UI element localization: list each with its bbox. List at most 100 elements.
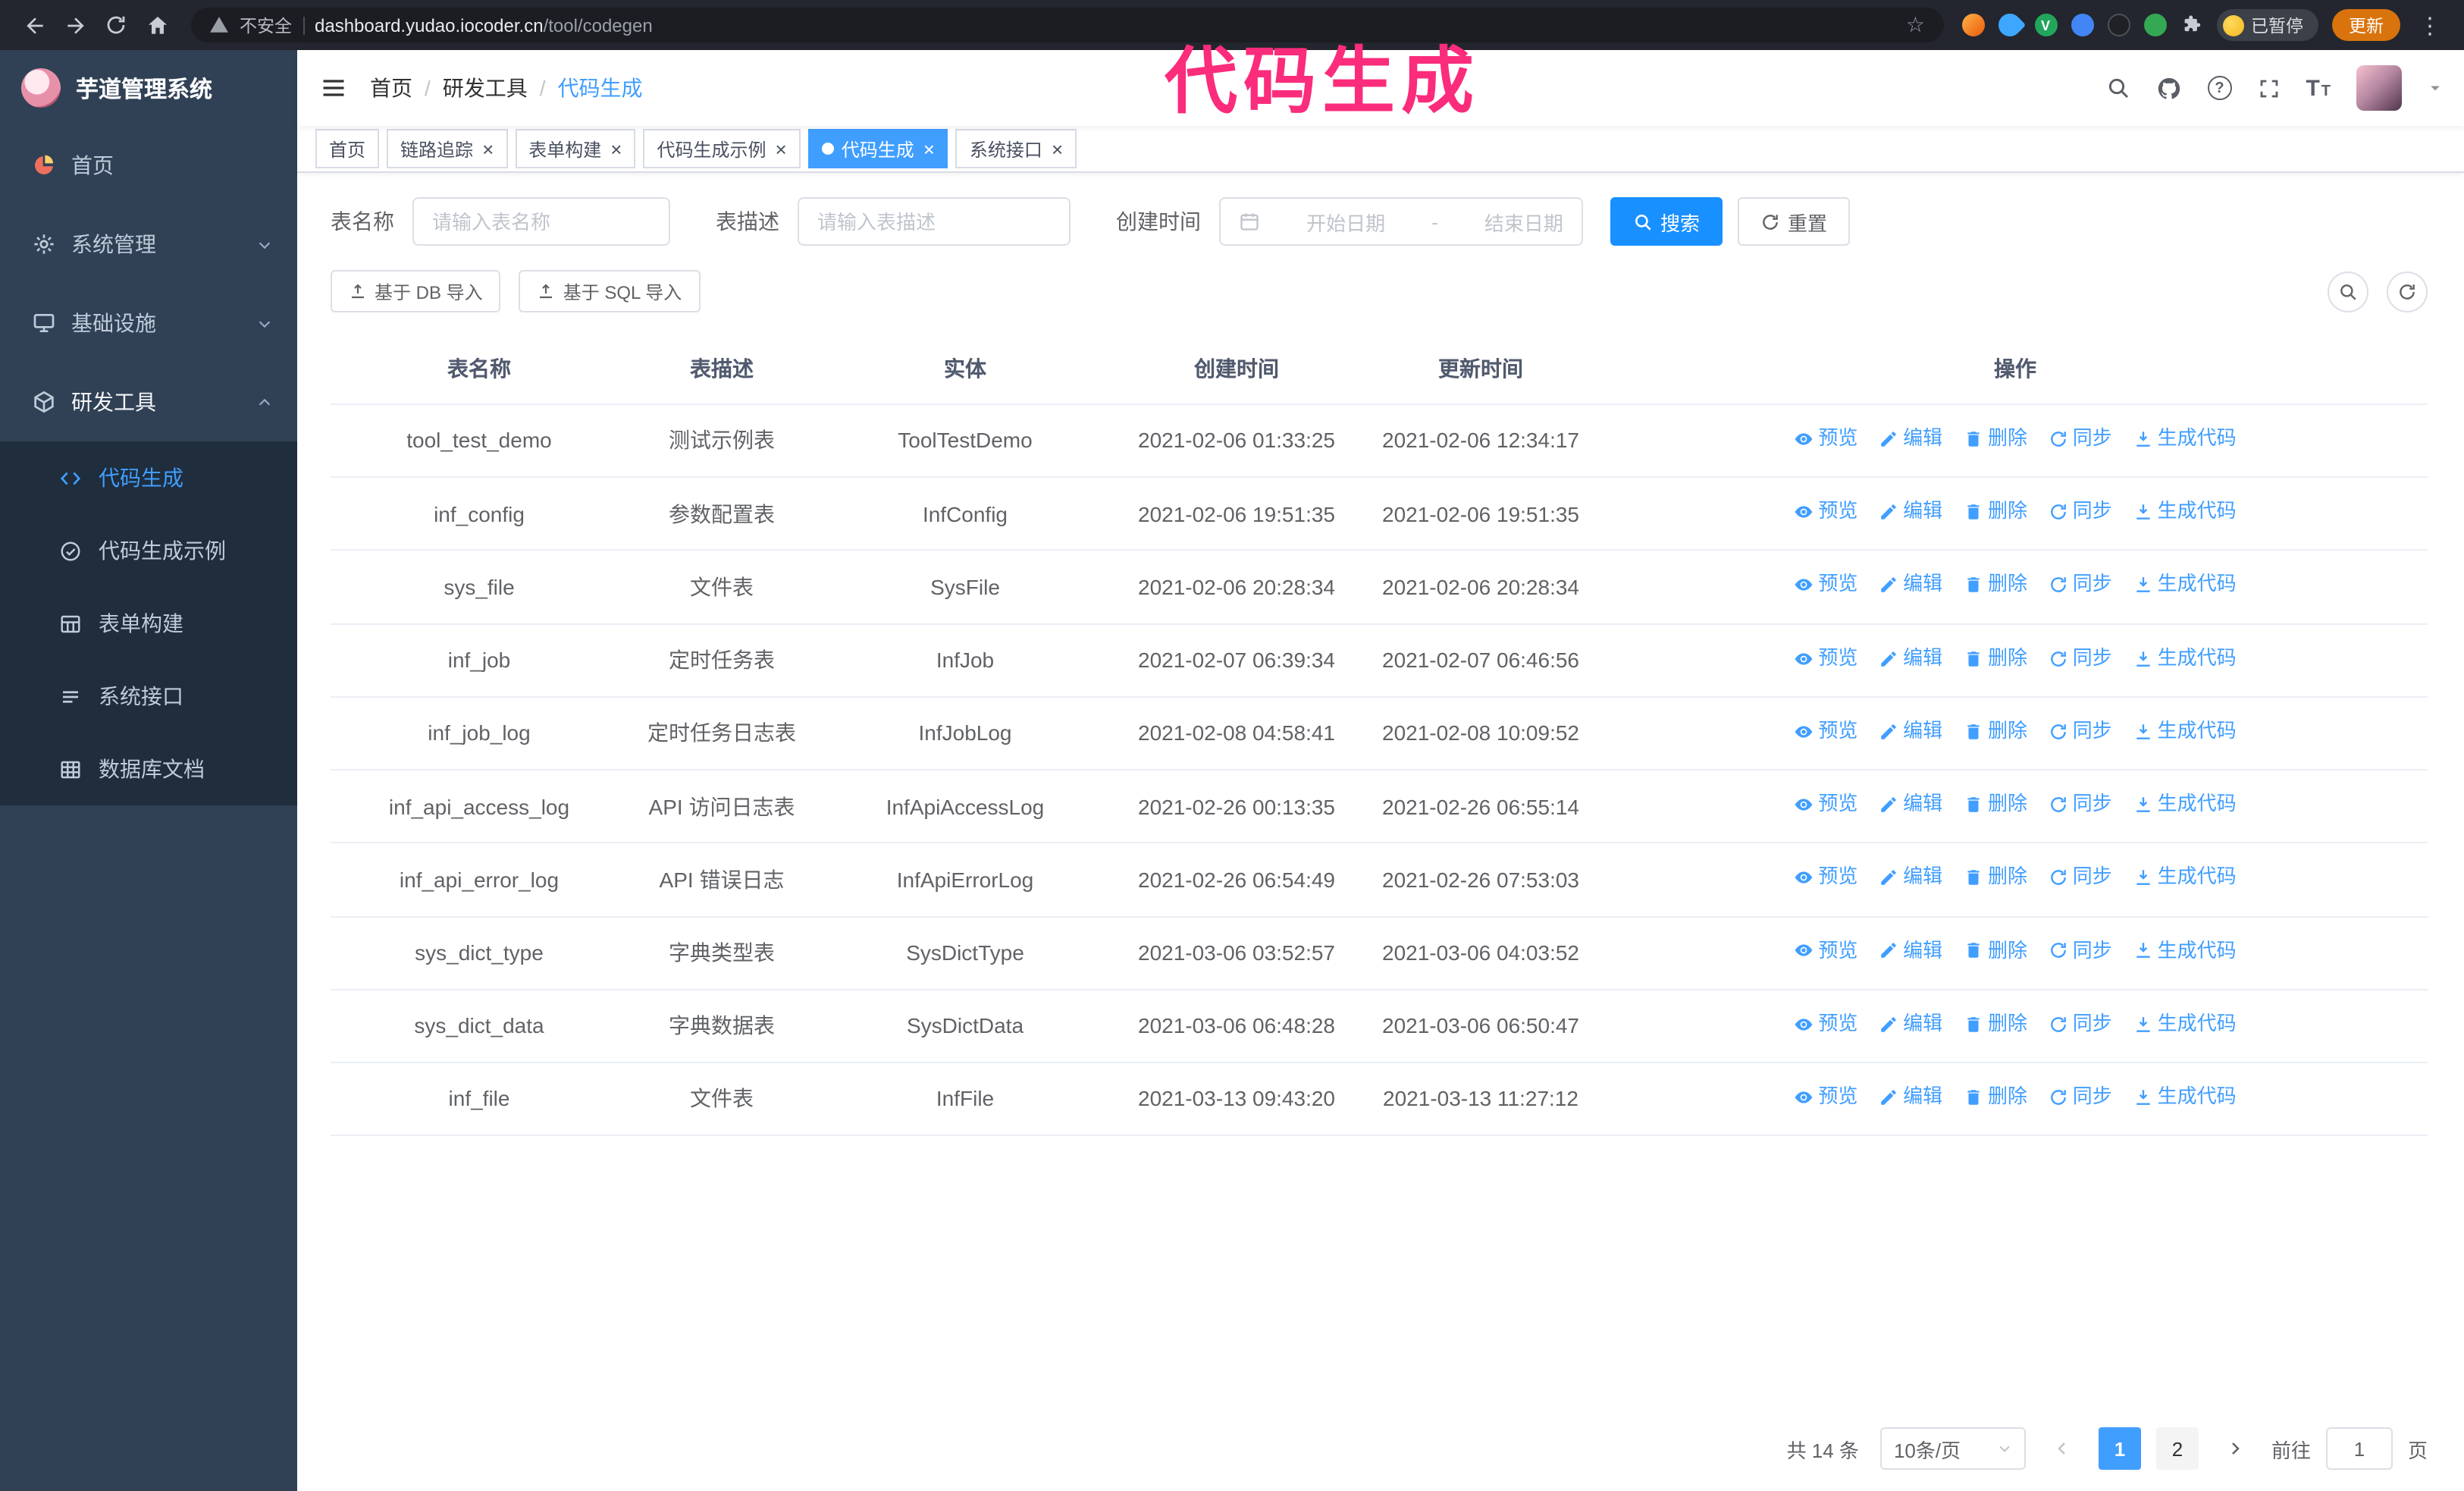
action-sync[interactable]: 同步 <box>2049 498 2112 526</box>
table-desc-input[interactable] <box>798 197 1071 246</box>
action-edit[interactable]: 编辑 <box>1879 1083 1942 1112</box>
extension-drop-icon[interactable] <box>1992 8 2026 42</box>
toggle-search-button[interactable] <box>2328 271 2368 312</box>
action-delete[interactable]: 删除 <box>1964 1083 2027 1112</box>
action-preview[interactable]: 预览 <box>1794 937 1857 965</box>
action-sync[interactable]: 同步 <box>2049 717 2112 746</box>
prev-page-button[interactable] <box>2041 1427 2083 1470</box>
action-generate-code[interactable]: 生成代码 <box>2133 1010 2237 1039</box>
goto-page-input[interactable] <box>2325 1427 2393 1470</box>
sidebar-item-home[interactable]: 首页 <box>0 126 297 205</box>
sidebar-item-codegen-example[interactable]: 代码生成示例 <box>0 514 297 587</box>
action-preview[interactable]: 预览 <box>1794 571 1857 600</box>
action-generate-code[interactable]: 生成代码 <box>2133 717 2237 746</box>
sidebar-item-system-api[interactable]: 系统接口 <box>0 660 297 733</box>
breadcrumb-dev-tools[interactable]: 研发工具 <box>443 73 528 103</box>
action-delete[interactable]: 删除 <box>1964 717 2027 746</box>
tag-system-api[interactable]: 系统接口 × <box>955 129 1077 168</box>
import-db-button[interactable]: 基于 DB 导入 <box>331 270 501 312</box>
action-edit[interactable]: 编辑 <box>1879 790 1942 819</box>
extensions-puzzle-icon[interactable] <box>2180 14 2202 36</box>
browser-back-icon[interactable] <box>15 6 53 44</box>
action-preview[interactable]: 预览 <box>1794 498 1857 526</box>
action-sync[interactable]: 同步 <box>2049 644 2112 673</box>
tag-home[interactable]: 首页 <box>315 129 380 168</box>
action-preview[interactable]: 预览 <box>1794 790 1857 819</box>
action-edit[interactable]: 编辑 <box>1879 864 1942 893</box>
profile-paused-badge[interactable]: 已暂停 <box>2216 9 2318 41</box>
close-icon[interactable]: × <box>923 139 935 159</box>
action-generate-code[interactable]: 生成代码 <box>2133 644 2237 673</box>
action-generate-code[interactable]: 生成代码 <box>2133 425 2237 454</box>
extension-fox-icon[interactable] <box>1961 14 1984 36</box>
app-logo[interactable]: 芋道管理系统 <box>0 50 297 126</box>
search-button[interactable]: 搜索 <box>1610 197 1723 246</box>
action-sync[interactable]: 同步 <box>2049 571 2112 600</box>
action-sync[interactable]: 同步 <box>2049 1083 2112 1112</box>
action-sync[interactable]: 同步 <box>2049 1010 2112 1039</box>
action-edit[interactable]: 编辑 <box>1879 1010 1942 1039</box>
table-name-input[interactable] <box>412 197 670 246</box>
action-preview[interactable]: 预览 <box>1794 644 1857 673</box>
action-generate-code[interactable]: 生成代码 <box>2133 790 2237 819</box>
tag-form-builder[interactable]: 表单构建 × <box>515 129 636 168</box>
browser-home-icon[interactable] <box>138 6 176 44</box>
action-preview[interactable]: 预览 <box>1794 1083 1857 1112</box>
browser-reload-icon[interactable] <box>97 6 135 44</box>
extension-v-icon[interactable]: V <box>2034 14 2057 36</box>
browser-forward-icon[interactable] <box>56 6 94 44</box>
sidebar-item-form-builder[interactable]: 表单构建 <box>0 587 297 660</box>
action-preview[interactable]: 预览 <box>1794 1010 1857 1039</box>
action-generate-code[interactable]: 生成代码 <box>2133 864 2237 893</box>
sidebar-item-infrastructure[interactable]: 基础设施 <box>0 284 297 363</box>
page-size-select[interactable]: 10条/页 <box>1879 1427 2026 1470</box>
action-sync[interactable]: 同步 <box>2049 937 2112 965</box>
action-edit[interactable]: 编辑 <box>1879 717 1942 746</box>
close-icon[interactable]: × <box>1052 139 1063 159</box>
import-sql-button[interactable]: 基于 SQL 导入 <box>519 270 701 312</box>
breadcrumb-home[interactable]: 首页 <box>370 73 412 103</box>
close-icon[interactable]: × <box>482 139 494 159</box>
tag-code-generation[interactable]: 代码生成 × <box>807 129 948 168</box>
action-delete[interactable]: 删除 <box>1964 864 2027 893</box>
reset-button[interactable]: 重置 <box>1738 197 1851 246</box>
action-delete[interactable]: 删除 <box>1964 1010 2027 1039</box>
extension-leaf-icon[interactable] <box>2143 14 2166 36</box>
action-sync[interactable]: 同步 <box>2049 790 2112 819</box>
help-icon[interactable]: ? <box>2207 76 2232 100</box>
browser-address-bar[interactable]: 不安全 dashboard.yudao.iocoder.cn/tool/code… <box>191 8 1943 42</box>
date-range-picker[interactable]: 开始日期 - 结束日期 <box>1219 197 1583 246</box>
action-edit[interactable]: 编辑 <box>1879 425 1942 454</box>
fullscreen-icon[interactable] <box>2257 77 2280 99</box>
action-delete[interactable]: 删除 <box>1964 790 2027 819</box>
action-generate-code[interactable]: 生成代码 <box>2133 937 2237 965</box>
extension-people-icon[interactable] <box>2071 14 2093 36</box>
font-size-icon[interactable]: TT <box>2306 75 2331 101</box>
action-generate-code[interactable]: 生成代码 <box>2133 498 2237 526</box>
next-page-button[interactable] <box>2214 1427 2256 1470</box>
refresh-table-button[interactable] <box>2387 271 2428 312</box>
action-delete[interactable]: 删除 <box>1964 571 2027 600</box>
action-generate-code[interactable]: 生成代码 <box>2133 571 2237 600</box>
action-sync[interactable]: 同步 <box>2049 425 2112 454</box>
action-delete[interactable]: 删除 <box>1964 425 2027 454</box>
bookmark-star-icon[interactable]: ☆ <box>1906 12 1925 38</box>
chrome-update-button[interactable]: 更新 <box>2332 9 2400 41</box>
avatar-caret-icon[interactable] <box>2428 80 2443 96</box>
sidebar-item-system-management[interactable]: 系统管理 <box>0 205 297 284</box>
hamburger-icon[interactable] <box>297 50 370 126</box>
action-preview[interactable]: 预览 <box>1794 864 1857 893</box>
action-edit[interactable]: 编辑 <box>1879 498 1942 526</box>
extension-dark-icon[interactable] <box>2107 14 2130 36</box>
action-sync[interactable]: 同步 <box>2049 864 2112 893</box>
close-icon[interactable]: × <box>776 139 787 159</box>
action-edit[interactable]: 编辑 <box>1879 937 1942 965</box>
sidebar-item-dev-tools[interactable]: 研发工具 <box>0 363 297 441</box>
page-button-2[interactable]: 2 <box>2155 1427 2199 1470</box>
github-icon[interactable] <box>2155 75 2181 101</box>
action-delete[interactable]: 删除 <box>1964 937 2027 965</box>
tag-codegen-example[interactable]: 代码生成示例 × <box>643 129 801 168</box>
sidebar-item-code-generation[interactable]: 代码生成 <box>0 441 297 514</box>
sidebar-item-database-docs[interactable]: 数据库文档 <box>0 733 297 805</box>
action-delete[interactable]: 删除 <box>1964 498 2027 526</box>
